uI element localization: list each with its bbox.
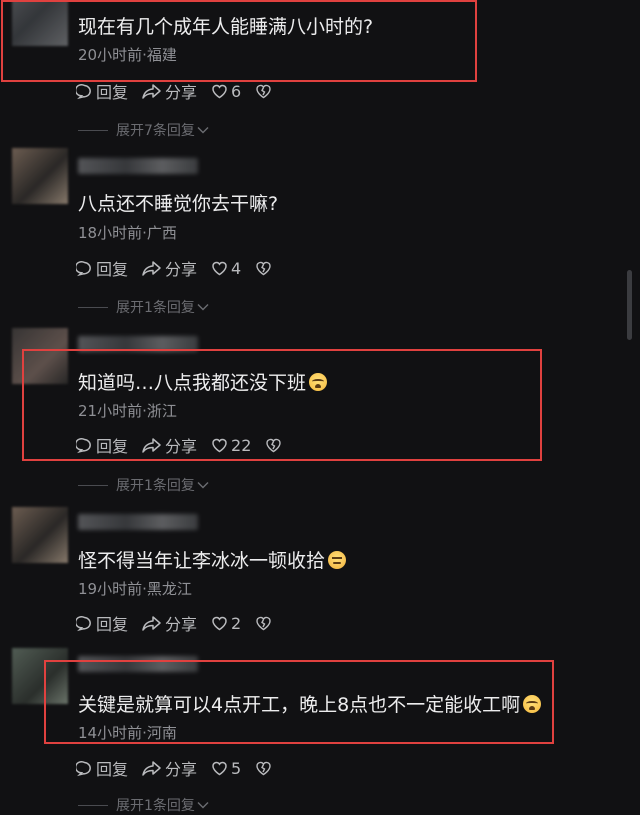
heart-icon bbox=[212, 616, 227, 631]
share-label: 分享 bbox=[165, 760, 198, 779]
chevron-down-icon bbox=[197, 127, 209, 134]
share-button[interactable]: 分享 bbox=[142, 611, 197, 635]
expand-label: 展开1条回复 bbox=[116, 478, 195, 494]
comment-text: 怪不得当年让李冰冰一顿收拾 bbox=[78, 546, 347, 573]
chevron-down-icon bbox=[197, 802, 209, 809]
comment-text: 八点还不睡觉你去干嘛? bbox=[78, 193, 279, 215]
like-count: 6 bbox=[231, 81, 242, 101]
broken-heart-icon bbox=[256, 84, 271, 99]
expand-label: 展开7条回复 bbox=[116, 123, 195, 139]
share-icon bbox=[142, 615, 161, 631]
share-button[interactable]: 分享 bbox=[142, 256, 197, 280]
divider-line bbox=[78, 484, 108, 486]
expand-label: 展开1条回复 bbox=[116, 798, 195, 814]
share-icon bbox=[142, 760, 161, 776]
comment-icon bbox=[76, 83, 91, 99]
reply-button[interactable]: 回复 bbox=[76, 256, 128, 280]
share-icon bbox=[142, 260, 161, 276]
reply-label: 回复 bbox=[96, 83, 129, 102]
comment-icon bbox=[76, 260, 91, 276]
reply-button[interactable]: 回复 bbox=[76, 611, 128, 635]
comment-icon bbox=[76, 615, 91, 631]
username-blurred[interactable] bbox=[78, 514, 198, 530]
highlight-box bbox=[1, 0, 477, 82]
share-button[interactable]: 分享 bbox=[142, 756, 197, 780]
share-label: 分享 bbox=[165, 83, 198, 102]
reply-label: 回复 bbox=[96, 760, 129, 779]
heart-icon bbox=[212, 261, 227, 276]
avatar[interactable] bbox=[12, 507, 68, 563]
like-button[interactable]: 2 bbox=[211, 614, 241, 633]
share-label: 分享 bbox=[165, 615, 198, 634]
reply-label: 回复 bbox=[96, 260, 129, 279]
heart-icon bbox=[212, 84, 227, 99]
scrollbar[interactable] bbox=[627, 270, 632, 340]
comment-icon bbox=[76, 760, 91, 776]
comment-meta: 18小时前·广西 bbox=[78, 224, 177, 242]
dislike-button[interactable] bbox=[255, 260, 275, 276]
like-button[interactable]: 5 bbox=[211, 759, 241, 778]
reply-button[interactable]: 回复 bbox=[76, 79, 128, 103]
like-button[interactable]: 4 bbox=[211, 259, 241, 278]
comment-actions: 回复 分享 4 bbox=[76, 257, 289, 279]
divider-line bbox=[78, 804, 108, 806]
expand-replies[interactable]: 展开1条回复 bbox=[78, 475, 209, 495]
broken-heart-icon bbox=[256, 616, 271, 631]
dislike-button[interactable] bbox=[255, 615, 275, 631]
broken-heart-icon bbox=[256, 261, 271, 276]
share-label: 分享 bbox=[165, 260, 198, 279]
highlight-box bbox=[22, 349, 542, 461]
share-button[interactable]: 分享 bbox=[142, 79, 197, 103]
share-icon bbox=[142, 83, 161, 99]
comment-actions: 回复 分享 6 bbox=[76, 80, 289, 102]
like-button[interactable]: 6 bbox=[211, 82, 241, 101]
smirk-face-icon bbox=[328, 551, 347, 569]
like-count: 4 bbox=[231, 258, 242, 278]
username-blurred[interactable] bbox=[78, 158, 198, 174]
divider-line bbox=[78, 306, 108, 308]
divider-line bbox=[78, 129, 108, 131]
dislike-button[interactable] bbox=[255, 760, 275, 776]
heart-icon bbox=[212, 761, 227, 776]
comment-meta: 19小时前·黑龙江 bbox=[78, 580, 192, 598]
expand-label: 展开1条回复 bbox=[116, 300, 195, 316]
reply-button[interactable]: 回复 bbox=[76, 756, 128, 780]
comment-text-content: 怪不得当年让李冰冰一顿收拾 bbox=[78, 550, 326, 572]
comment-actions: 回复 分享 2 bbox=[76, 612, 289, 634]
like-count: 5 bbox=[231, 758, 242, 778]
like-count: 2 bbox=[231, 613, 242, 633]
dislike-button[interactable] bbox=[255, 83, 275, 99]
chevron-down-icon bbox=[197, 482, 209, 489]
highlight-box bbox=[44, 660, 554, 744]
avatar[interactable] bbox=[12, 148, 68, 204]
comment-actions: 回复 分享 5 bbox=[76, 757, 289, 779]
expand-replies[interactable]: 展开1条回复 bbox=[78, 795, 209, 815]
expand-replies[interactable]: 展开7条回复 bbox=[78, 120, 209, 140]
broken-heart-icon bbox=[256, 761, 271, 776]
reply-label: 回复 bbox=[96, 615, 129, 634]
expand-replies[interactable]: 展开1条回复 bbox=[78, 297, 209, 317]
chevron-down-icon bbox=[197, 304, 209, 311]
